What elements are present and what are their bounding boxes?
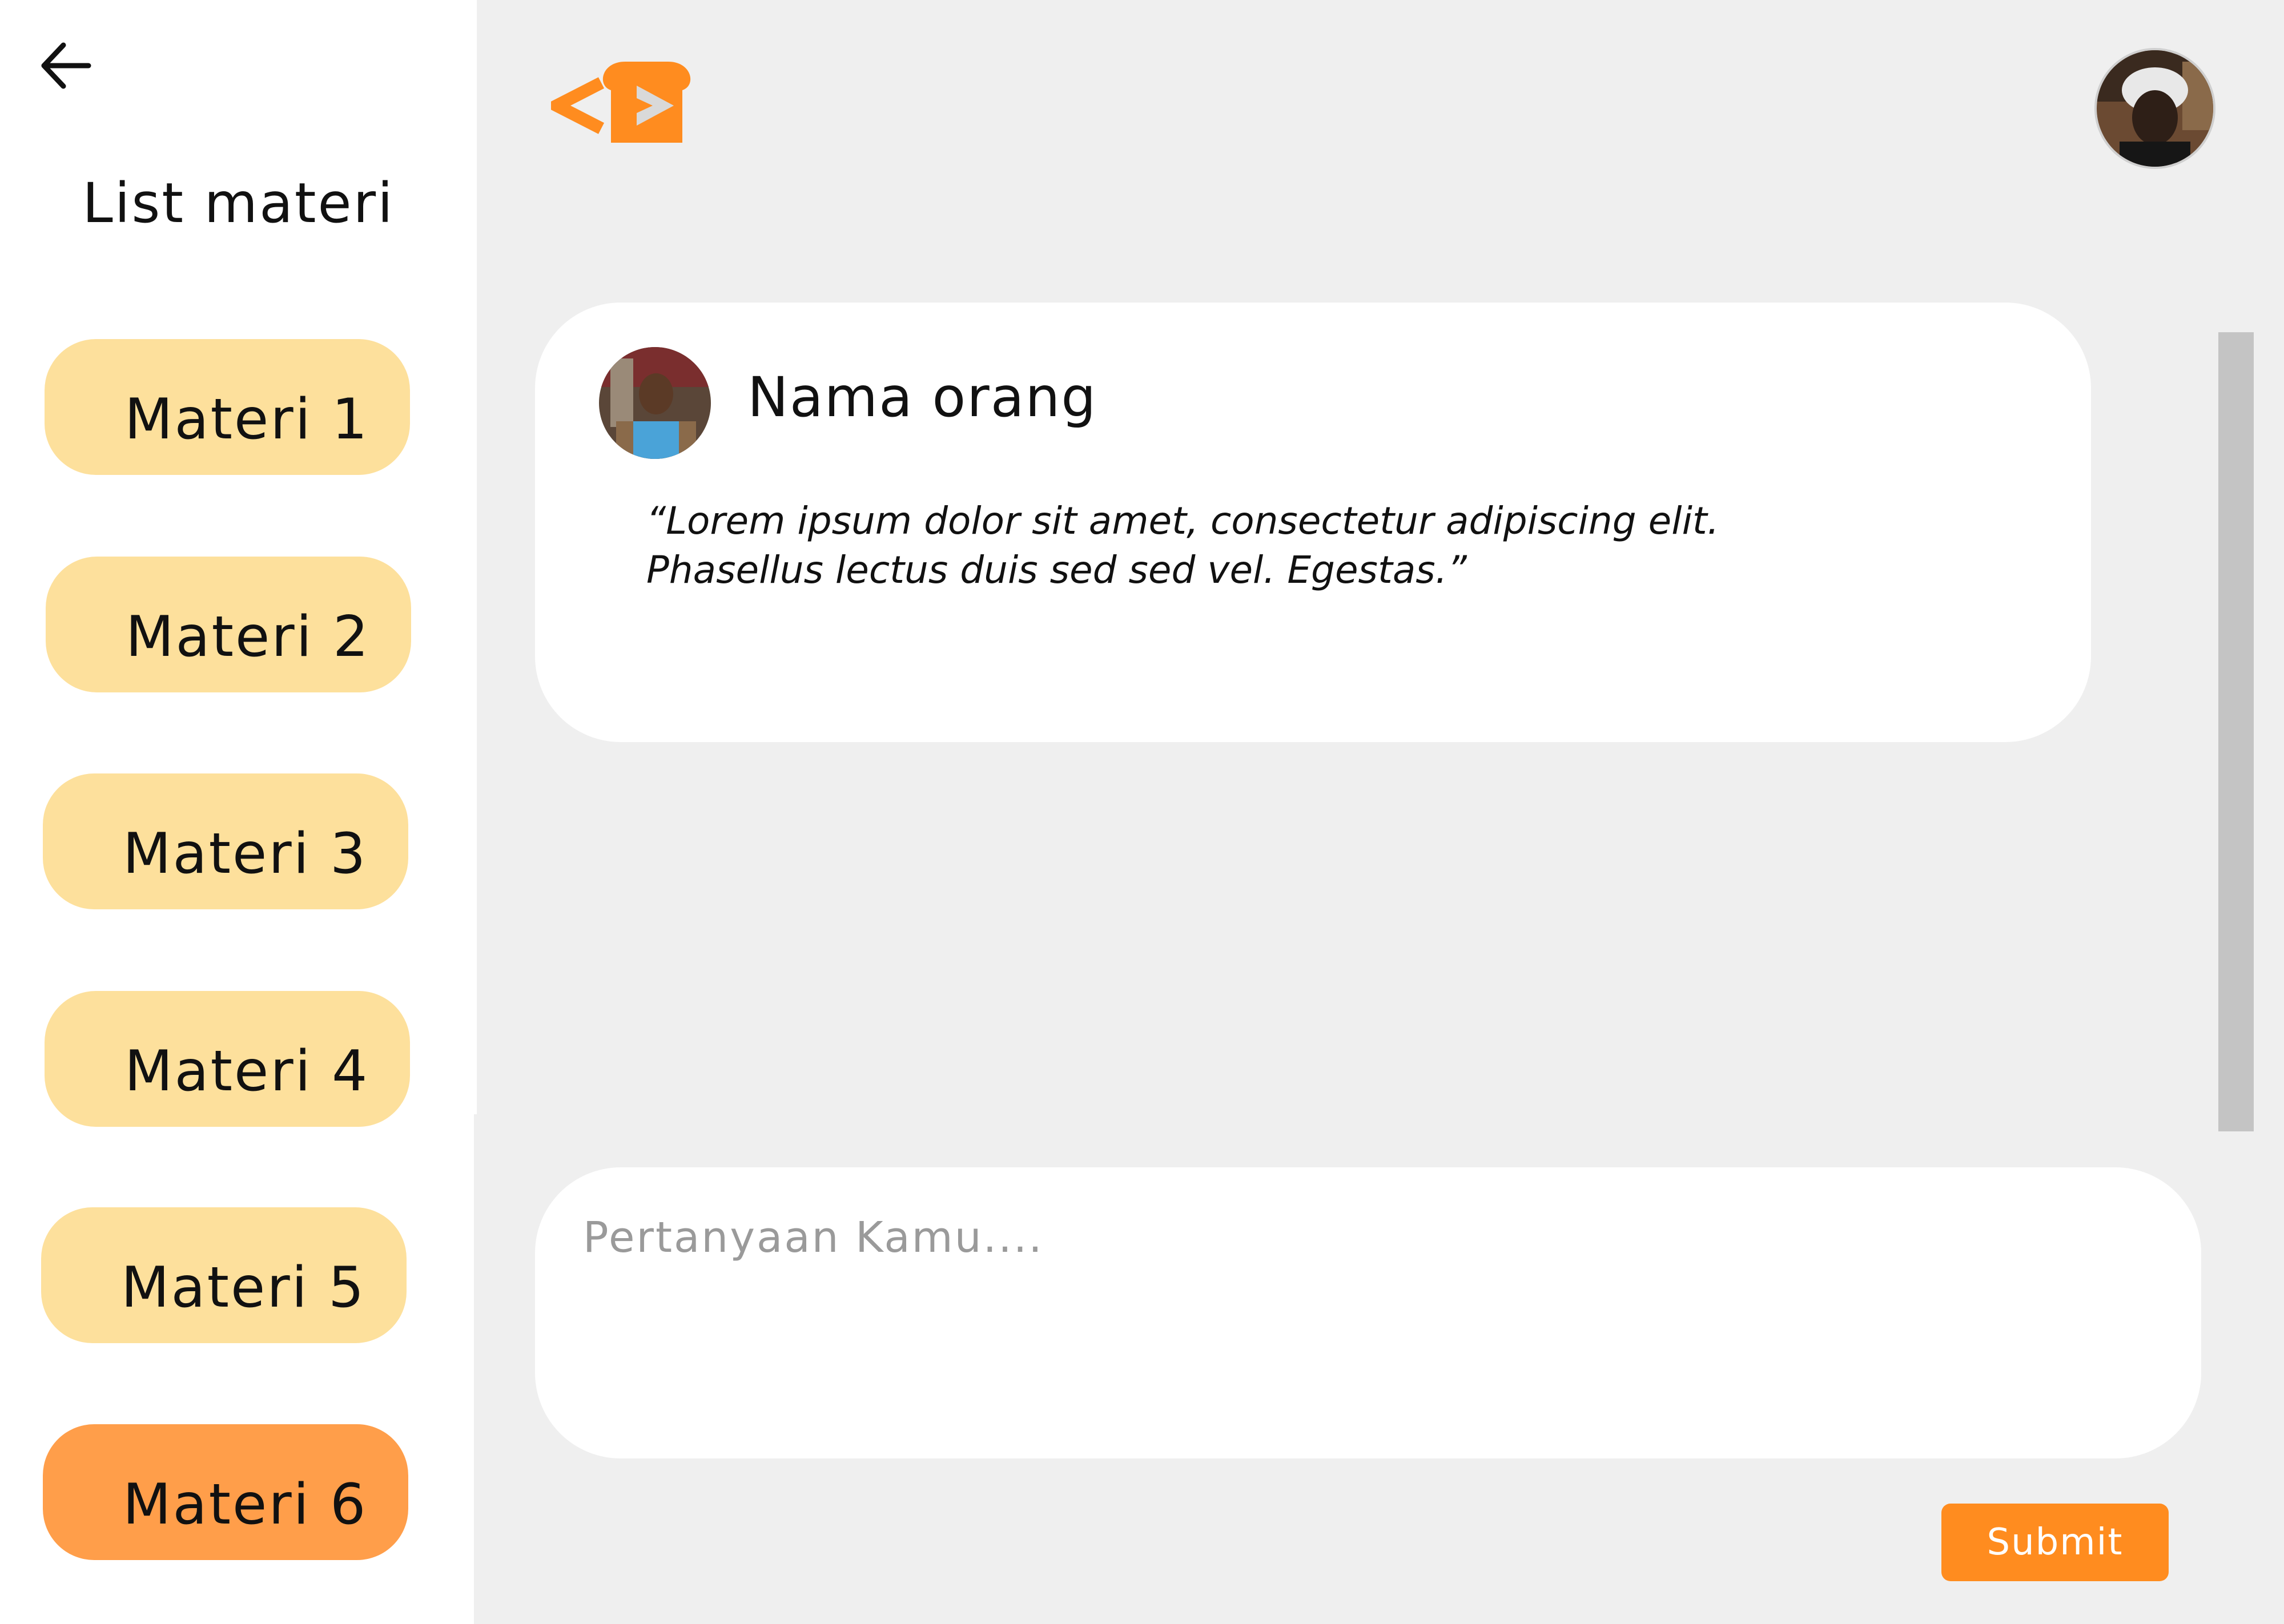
materi-item-6-active[interactable]: Materi 6 [43, 1424, 408, 1560]
commenter-avatar [599, 347, 711, 459]
materi-item-label: Materi 3 [123, 821, 368, 886]
question-input[interactable] [535, 1167, 2201, 1458]
materi-item-4[interactable]: Materi 4 [45, 991, 410, 1127]
materi-item-3[interactable]: Materi 3 [43, 773, 408, 909]
scrollbar[interactable] [2218, 332, 2254, 1131]
materi-item-label: Materi 1 [124, 387, 369, 452]
materi-item-label: Materi 2 [126, 605, 371, 670]
avatar-photo-icon [599, 347, 711, 459]
materi-item-2[interactable]: Materi 2 [46, 557, 411, 692]
comment-text: “Lorem ipsum dolor sit amet, consectetur… [646, 499, 1719, 592]
user-avatar[interactable] [2094, 48, 2215, 169]
avatar-photo-icon [2097, 50, 2213, 167]
code-brackets-logo-icon [542, 62, 691, 143]
materi-item-label: Materi 4 [124, 1039, 369, 1104]
submit-button[interactable]: Submit [1941, 1504, 2169, 1581]
back-button[interactable] [34, 34, 97, 97]
sidebar-title: List materi [82, 171, 395, 235]
sidebar: List materi Materi 1 Materi 2 Materi 3 [0, 0, 477, 1114]
materi-item-label: Materi 5 [121, 1255, 366, 1320]
comment-card: Nama orang “Lorem ipsum dolor sit amet, … [535, 303, 2091, 742]
app-logo[interactable] [542, 57, 699, 148]
materi-item-1[interactable]: Materi 1 [45, 339, 410, 475]
materi-item-label: Materi 6 [123, 1472, 368, 1537]
commenter-name: Nama orang [747, 365, 1097, 429]
arrow-left-icon [41, 42, 91, 89]
materi-item-5[interactable]: Materi 5 [41, 1207, 407, 1343]
